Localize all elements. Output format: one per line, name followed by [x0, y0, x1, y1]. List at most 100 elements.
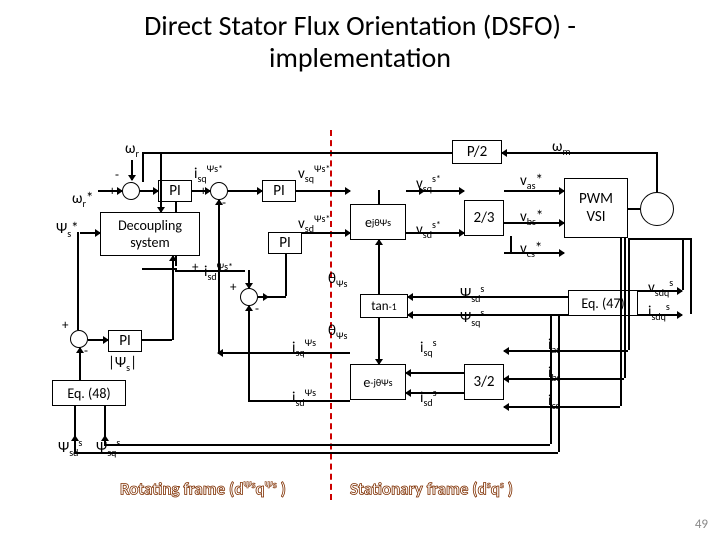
line — [504, 378, 624, 380]
block-eq48: Eq. (48) — [52, 380, 126, 406]
line — [175, 268, 177, 270]
line — [131, 160, 133, 180]
sign: + — [200, 184, 206, 199]
line — [74, 436, 76, 452]
line — [628, 238, 690, 240]
block-pi-id: PI — [268, 232, 302, 254]
line — [98, 190, 122, 192]
block-two-three: 2/3 — [464, 200, 504, 236]
line — [424, 190, 464, 192]
line — [656, 152, 658, 192]
line — [620, 238, 622, 406]
eq47-label: Eq. (47) — [581, 295, 624, 312]
p2-label: P/2 — [467, 143, 487, 161]
line — [682, 238, 684, 290]
label-wr-star: ωr* — [72, 190, 93, 210]
sign: - — [84, 344, 88, 359]
label-vsdqs: vsdqs — [648, 276, 673, 299]
line — [638, 314, 682, 316]
line — [406, 392, 464, 394]
line — [504, 190, 564, 192]
three2-label: 3/2 — [474, 373, 495, 391]
label-isds: isds — [420, 386, 437, 409]
line — [77, 232, 79, 330]
label-vsq-star: vsqΨs* — [298, 162, 330, 185]
line — [172, 268, 174, 340]
line — [628, 208, 640, 210]
line — [104, 436, 106, 444]
line — [218, 352, 350, 354]
label-vas: vas* — [520, 172, 543, 192]
line — [140, 190, 158, 192]
label-vsqs-star: vsqs* — [416, 172, 441, 195]
line — [104, 444, 550, 446]
line — [285, 254, 287, 296]
line — [74, 452, 558, 454]
sign: - — [255, 302, 259, 317]
block-emjtheta: e-jθΨs — [350, 364, 406, 400]
motor-icon — [640, 192, 674, 226]
line — [258, 296, 268, 298]
line — [504, 350, 628, 352]
line — [80, 232, 100, 234]
title-line1: Direct Stator Flux Orientation (DSFO) - — [144, 8, 576, 43]
line — [248, 306, 250, 400]
line — [302, 232, 350, 234]
line — [142, 268, 176, 270]
pi-label: PI — [119, 332, 131, 350]
line — [378, 240, 380, 294]
line — [218, 200, 220, 352]
line — [628, 238, 630, 350]
two3-label: 2/3 — [474, 209, 495, 227]
block-pi-flux: PI — [108, 330, 142, 352]
sign: + — [230, 280, 236, 295]
line — [406, 372, 464, 374]
block-decoupling: Decouplingsystem — [100, 212, 200, 256]
line — [142, 152, 144, 182]
pi-label: PI — [169, 182, 181, 200]
line — [142, 152, 452, 154]
line — [296, 190, 350, 192]
line — [510, 236, 512, 252]
line — [104, 406, 106, 436]
sign: + — [62, 318, 68, 333]
block-p-over-2: P/2 — [452, 140, 502, 164]
label-isq-psis: isqΨs — [292, 336, 316, 359]
footer-rotating: Rotating frame (dΨsqΨs ) — [120, 478, 286, 500]
pi-label: PI — [273, 182, 285, 200]
line — [408, 314, 568, 316]
line — [504, 252, 564, 254]
label-vsds-star: vsds* — [416, 218, 441, 241]
sign: + — [109, 184, 115, 199]
line — [142, 339, 172, 341]
line — [550, 152, 656, 154]
line — [504, 222, 564, 224]
footer-stationary: Stationary frame (dsqs ) — [350, 478, 513, 500]
line — [550, 316, 552, 444]
line — [638, 290, 682, 292]
line — [175, 202, 177, 212]
line — [378, 190, 380, 204]
line — [248, 270, 250, 288]
label-psisqs: Ψsqs — [460, 306, 484, 329]
line — [624, 238, 626, 378]
slide-number: 49 — [695, 517, 708, 532]
line — [690, 238, 692, 314]
label-isqs: isqs — [420, 336, 437, 359]
sign: + — [192, 260, 198, 275]
pi-label: PI — [279, 234, 291, 252]
label-vcs: vcs* — [520, 240, 542, 260]
eq48-label: Eq. (48) — [67, 385, 110, 402]
line — [88, 339, 108, 341]
line — [228, 190, 262, 192]
line — [79, 348, 81, 380]
label-theta-top: θΨs — [328, 270, 347, 290]
label-theta-bot: θΨs — [328, 322, 347, 342]
label-isd-psis: isdΨs — [292, 386, 316, 409]
line — [502, 152, 550, 154]
line — [172, 256, 174, 268]
label-wr: ωr — [125, 140, 139, 160]
line — [378, 318, 380, 364]
block-atan: tan-1 — [360, 294, 408, 318]
label-psis-mag: |Ψs| — [108, 354, 137, 374]
